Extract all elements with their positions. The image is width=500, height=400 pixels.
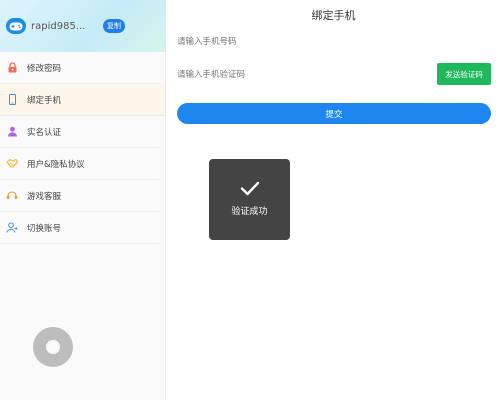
verification-code-input[interactable] xyxy=(177,67,417,83)
lock-icon xyxy=(6,62,18,74)
sidebar-item-switch-account[interactable]: 切换账号 xyxy=(0,212,159,244)
sidebar-item-label: 修改密码 xyxy=(27,63,62,74)
page-title: 绑定手机 xyxy=(311,9,356,22)
sidebar-item-bind-phone[interactable]: 绑定手机 xyxy=(0,84,165,116)
user-id-icon xyxy=(6,126,18,138)
send-code-button[interactable]: 发送验证码 xyxy=(437,63,491,85)
customer-service-icon xyxy=(6,190,18,202)
phone-number-input[interactable] xyxy=(177,34,490,50)
toast-message: 验证成功 xyxy=(231,207,268,217)
username: rapid985... xyxy=(31,20,86,32)
sidebar-item-label: 绑定手机 xyxy=(27,95,62,106)
floating-assistive-ball[interactable] xyxy=(33,327,73,367)
sidebar-item-real-name[interactable]: 实名认证 xyxy=(0,116,159,148)
sidebar: rapid985... 复制 修改密码 绑定手机 实名认证 用户&隐私协议 游戏… xyxy=(0,0,166,400)
account-header: rapid985... 复制 xyxy=(0,0,165,52)
sidebar-item-label: 实名认证 xyxy=(27,127,62,138)
floating-ball-center xyxy=(46,340,60,354)
sidebar-item-label: 用户&隐私协议 xyxy=(27,159,85,170)
sidebar-item-label: 切换账号 xyxy=(27,223,62,234)
sidebar-item-customer-service[interactable]: 游戏客服 xyxy=(0,180,159,212)
phone-icon xyxy=(6,94,18,106)
gamepad-avatar-icon xyxy=(6,18,26,34)
handshake-icon xyxy=(6,158,18,170)
copy-button[interactable]: 复制 xyxy=(103,19,125,33)
submit-button[interactable]: 提交 xyxy=(177,103,491,124)
success-toast: 验证成功 xyxy=(209,159,290,240)
switch-account-icon xyxy=(6,222,18,234)
sidebar-item-privacy-agreement[interactable]: 用户&隐私协议 xyxy=(0,148,159,180)
sidebar-menu: 修改密码 绑定手机 实名认证 用户&隐私协议 游戏客服 切换账号 xyxy=(0,52,165,244)
sidebar-item-change-password[interactable]: 修改密码 xyxy=(0,52,159,84)
checkmark-icon xyxy=(240,181,259,196)
sidebar-item-label: 游戏客服 xyxy=(27,191,62,202)
